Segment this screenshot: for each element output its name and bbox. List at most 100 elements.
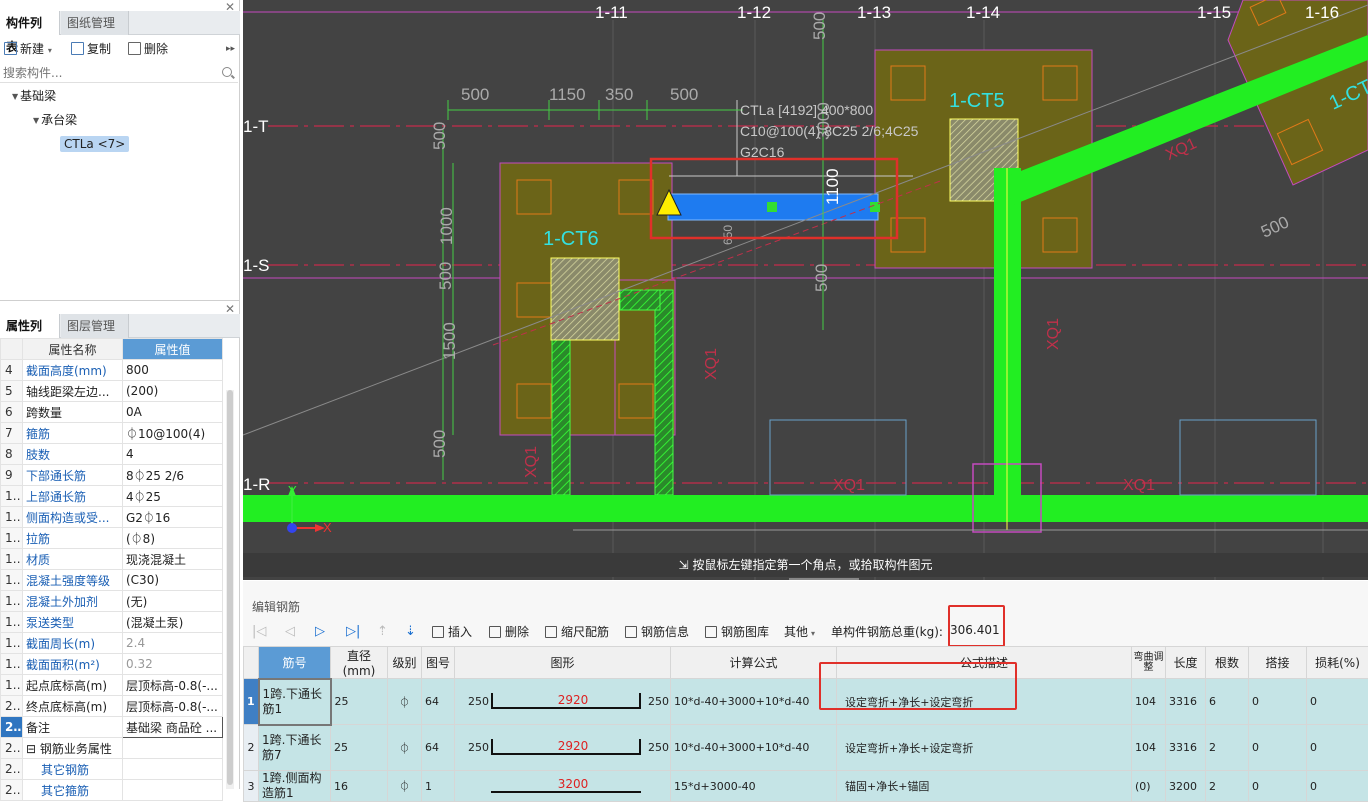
- property-value[interactable]: (混凝土泵): [123, 612, 223, 633]
- rebar-loss[interactable]: 0: [1307, 771, 1368, 802]
- property-row[interactable]: 16泵送类型(混凝土泵): [1, 612, 223, 633]
- property-row[interactable]: 17截面周长(m)2.4: [1, 633, 223, 654]
- rebar-library-button[interactable]: 钢筋图库: [705, 623, 769, 641]
- property-value[interactable]: (⏀8): [123, 528, 223, 549]
- rebar-grade[interactable]: ⏀: [388, 725, 422, 771]
- rebar-row[interactable]: 11跨.下通长筋125⏀64250292025010*d-40+3000+10*…: [244, 679, 1368, 725]
- rebar-formula[interactable]: 15*d+3000-40: [671, 771, 837, 802]
- property-value[interactable]: (C30): [123, 570, 223, 591]
- rebar-description[interactable]: 锚固+净长+锚固: [837, 771, 1132, 802]
- other-menu-button[interactable]: 其他▾: [784, 623, 815, 641]
- property-value[interactable]: (无): [123, 591, 223, 612]
- rebar-grade[interactable]: ⏀: [388, 679, 422, 725]
- new-component-button[interactable]: 新建 ▾: [4, 40, 52, 58]
- property-row[interactable]: 15混凝土外加剂(无): [1, 591, 223, 612]
- rebar-shape[interactable]: 3200: [455, 771, 671, 802]
- cad-drawing[interactable]: 1-111-121-131-141-151-16 1-T1-S1-R 1-CT6…: [243, 0, 1368, 580]
- rebar-bend[interactable]: 104: [1132, 725, 1166, 771]
- property-row[interactable]: 21备注基础梁 商品砼 ...: [1, 717, 223, 738]
- rebar-length[interactable]: 3200: [1166, 771, 1206, 802]
- cad-canvas[interactable]: 1-111-121-131-141-151-16 1-T1-S1-R 1-CT6…: [243, 0, 1368, 580]
- rebar-formula[interactable]: 10*d-40+3000+10*d-40: [671, 725, 837, 771]
- rebar-loss[interactable]: 0: [1307, 725, 1368, 771]
- last-record-icon[interactable]: ▷|: [346, 624, 360, 639]
- rebar-diameter[interactable]: 25: [331, 725, 388, 771]
- rebar-lap[interactable]: 0: [1249, 679, 1307, 725]
- rebar-bend[interactable]: (0): [1132, 771, 1166, 802]
- move-down-icon[interactable]: ⇣: [405, 624, 416, 639]
- rebar-figure-no[interactable]: 1: [422, 771, 455, 802]
- property-row[interactable]: 24其它箍筋: [1, 780, 223, 801]
- close-icon[interactable]: ✕: [225, 0, 235, 14]
- property-row[interactable]: 10上部通长筋4⏀25: [1, 486, 223, 507]
- rebar-lap[interactable]: 0: [1249, 771, 1307, 802]
- property-value[interactable]: 层顶标高-0.8(-...: [123, 696, 223, 717]
- delete-rebar-button[interactable]: 删除: [489, 623, 529, 641]
- tree-node-cap-beam[interactable]: ▼承台梁: [33, 111, 77, 130]
- rebar-bend[interactable]: 104: [1132, 679, 1166, 725]
- rebar-count[interactable]: 2: [1206, 771, 1249, 802]
- search-icon[interactable]: [222, 67, 232, 77]
- property-value[interactable]: [123, 759, 223, 780]
- rebar-lap[interactable]: 0: [1249, 725, 1307, 771]
- rebar-code[interactable]: 1跨.下通长筋1: [259, 679, 331, 725]
- property-value[interactable]: 现浇混凝土: [123, 549, 223, 570]
- rebar-loss[interactable]: 0: [1307, 679, 1368, 725]
- property-row[interactable]: 18截面面积(m²)0.32: [1, 654, 223, 675]
- rebar-figure-no[interactable]: 64: [422, 725, 455, 771]
- first-record-icon[interactable]: |◁: [252, 624, 266, 639]
- property-row[interactable]: 13材质现浇混凝土: [1, 549, 223, 570]
- rebar-shape[interactable]: 2502920250: [455, 725, 671, 771]
- rebar-row[interactable]: 2 1跨.下通长筋725⏀64250292025010*d-40+3000+10*…: [244, 725, 1368, 771]
- property-value[interactable]: ⏀10@100(4): [123, 423, 223, 444]
- property-row[interactable]: 11侧面构造或受...G2⏀16: [1, 507, 223, 528]
- property-value[interactable]: [123, 738, 223, 759]
- more-icon[interactable]: ▸▸: [226, 40, 235, 58]
- column-hatch[interactable]: [551, 258, 619, 340]
- beam-grip[interactable]: [767, 202, 777, 212]
- property-row[interactable]: 8肢数4: [1, 444, 223, 465]
- tab-component-list[interactable]: 构件列表: [0, 11, 60, 35]
- property-value[interactable]: 基础梁 商品砼 ...: [123, 717, 223, 738]
- property-value[interactable]: 4: [123, 444, 223, 465]
- insert-button[interactable]: 插入: [432, 623, 472, 641]
- property-value[interactable]: 0A: [123, 402, 223, 423]
- property-row[interactable]: 14混凝土强度等级(C30): [1, 570, 223, 591]
- property-row[interactable]: 4截面高度(mm)800: [1, 360, 223, 381]
- rebar-code[interactable]: 1跨.下通长筋7: [259, 725, 331, 771]
- property-value[interactable]: 0.32: [123, 654, 223, 675]
- copy-component-button[interactable]: 复制: [71, 40, 111, 58]
- move-up-icon[interactable]: ⇡: [377, 624, 388, 639]
- rebar-description[interactable]: 设定弯折+净长+设定弯折: [837, 725, 1132, 771]
- property-value[interactable]: (200): [123, 381, 223, 402]
- scale-rebar-button[interactable]: 缩尺配筋: [545, 623, 609, 641]
- property-value[interactable]: 层顶标高-0.8(-...: [123, 675, 223, 696]
- next-record-icon[interactable]: ▷: [315, 624, 325, 639]
- rebar-diameter[interactable]: 16: [331, 771, 388, 802]
- property-scrollbar[interactable]: [226, 390, 234, 789]
- property-row[interactable]: 12拉筋(⏀8): [1, 528, 223, 549]
- rebar-grade[interactable]: ⏀: [388, 771, 422, 802]
- rebar-count[interactable]: 2: [1206, 725, 1249, 771]
- property-value[interactable]: 2.4: [123, 633, 223, 654]
- property-row[interactable]: 6跨数量0A: [1, 402, 223, 423]
- property-row[interactable]: 7箍筋⏀10@100(4): [1, 423, 223, 444]
- property-value[interactable]: [123, 780, 223, 801]
- tab-property-list[interactable]: 属性列表: [0, 314, 60, 338]
- rebar-shape[interactable]: 2502920250: [455, 679, 671, 725]
- property-row[interactable]: 19起点底标高(m)层顶标高-0.8(-...: [1, 675, 223, 696]
- property-value[interactable]: 800: [123, 360, 223, 381]
- beam-horizontal[interactable]: [243, 495, 1368, 522]
- rebar-code[interactable]: 1跨.侧面构造筋1: [259, 771, 331, 802]
- rebar-length[interactable]: 3316: [1166, 679, 1206, 725]
- property-row[interactable]: 9下部通长筋8⏀25 2/6: [1, 465, 223, 486]
- component-search-input[interactable]: [0, 63, 238, 83]
- canvas-scroll-handle[interactable]: [789, 578, 859, 580]
- prev-record-icon[interactable]: ◁: [285, 624, 295, 639]
- property-row[interactable]: 22⊟ 钢筋业务属性: [1, 738, 223, 759]
- rebar-length[interactable]: 3316: [1166, 725, 1206, 771]
- property-row[interactable]: 23其它钢筋: [1, 759, 223, 780]
- scrollbar-thumb[interactable]: [227, 390, 233, 785]
- property-value[interactable]: 4⏀25: [123, 486, 223, 507]
- tab-layer-management[interactable]: 图层管理: [61, 314, 129, 338]
